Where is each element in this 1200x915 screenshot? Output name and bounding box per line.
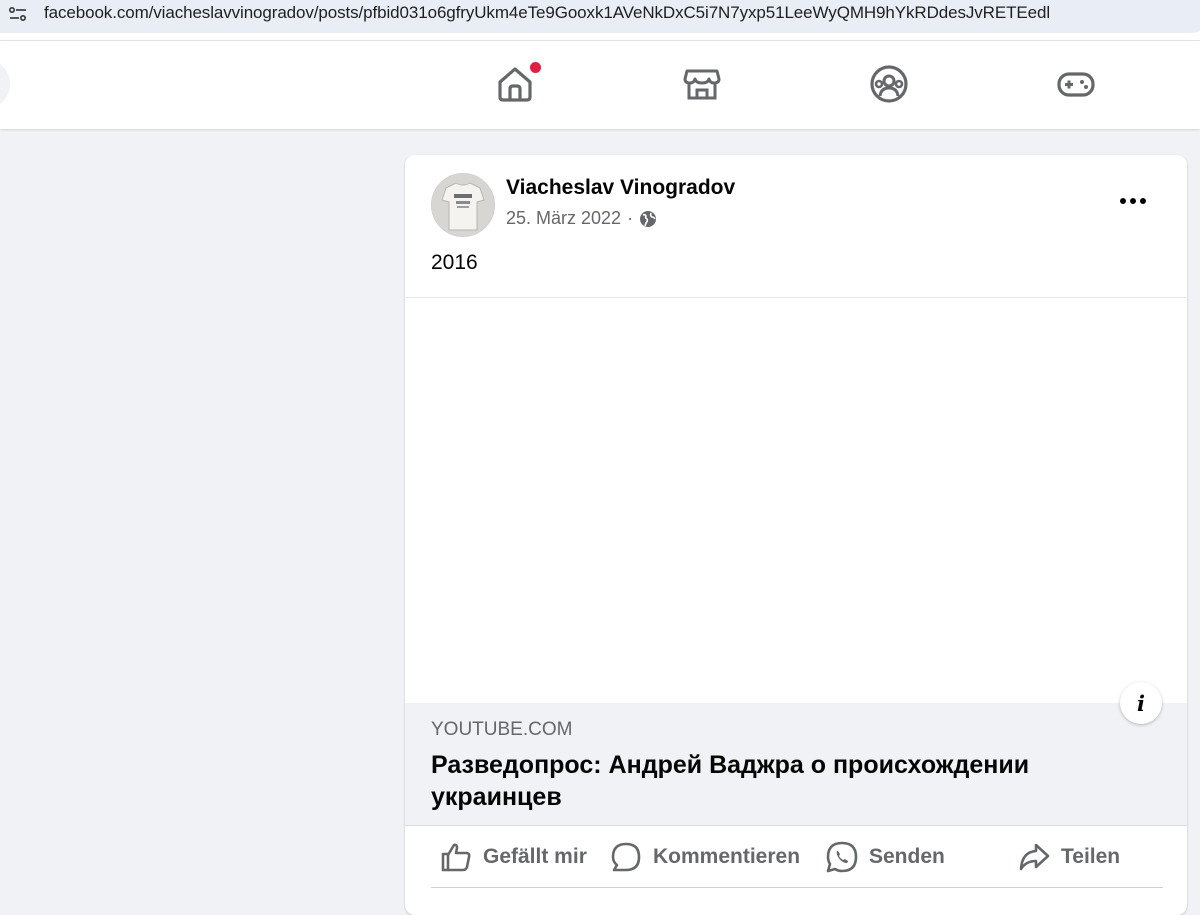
like-label: Gefällt mir [483, 845, 587, 868]
link-title[interactable]: Разведопрос: Андрей Ваджра о происхожден… [431, 749, 1111, 813]
link-domain: YOUTUBE.COM [431, 719, 573, 740]
post-date[interactable]: 25. März 2022 [506, 208, 621, 229]
more-options-button[interactable] [1111, 183, 1155, 219]
thumbs-up-icon [441, 843, 471, 872]
comment-label: Kommentieren [653, 845, 801, 868]
facebook-header [0, 41, 1200, 129]
share-button[interactable]: Teilen [1017, 839, 1120, 875]
whatsapp-icon [826, 841, 858, 873]
site-settings-icon[interactable] [8, 4, 28, 24]
groups-icon [870, 65, 908, 103]
globe-icon[interactable] [639, 210, 657, 228]
url-box[interactable]: facebook.com/viacheslavvinogradov/posts/… [0, 0, 1200, 33]
meta-separator: · [627, 208, 634, 228]
share-label: Teilen [1061, 845, 1121, 868]
info-button[interactable]: i [1120, 682, 1162, 724]
comment-button[interactable]: Kommentieren [609, 839, 800, 875]
nav-gaming[interactable] [1055, 63, 1097, 105]
browser-address-bar: facebook.com/viacheslavvinogradov/posts/… [0, 0, 1200, 41]
post-actions: Gefällt mir Kommentieren Senden Teilen [431, 825, 1163, 888]
post-card: Viacheslav Vinogradov 25. März 2022 · 20… [405, 155, 1187, 915]
gaming-icon [1057, 72, 1095, 97]
nav-groups[interactable] [868, 63, 910, 105]
dot [1120, 198, 1126, 204]
post-text: 2016 [431, 251, 478, 274]
dot [1130, 198, 1136, 204]
author-name[interactable]: Viacheslav Vinogradov [506, 176, 735, 200]
send-button[interactable]: Senden [825, 839, 945, 875]
url-text[interactable]: facebook.com/viacheslavvinogradov/posts/… [44, 3, 1050, 23]
tshirt-photo [432, 174, 494, 236]
share-icon [1019, 843, 1050, 871]
link-preview[interactable]: YOUTUBE.COM Разведопрос: Андрей Ваджра о… [405, 703, 1187, 826]
comment-icon [611, 842, 641, 872]
link-media-area[interactable] [405, 297, 1187, 704]
marketplace-icon [683, 69, 721, 100]
nav-marketplace[interactable] [681, 63, 723, 105]
notification-dot [530, 62, 541, 73]
post-meta: 25. März 2022 · [506, 208, 657, 229]
like-button[interactable]: Gefällt mir [439, 839, 587, 875]
avatar[interactable] [431, 173, 495, 237]
send-label: Senden [869, 845, 945, 868]
dot [1140, 198, 1146, 204]
search-box[interactable] [0, 59, 10, 109]
